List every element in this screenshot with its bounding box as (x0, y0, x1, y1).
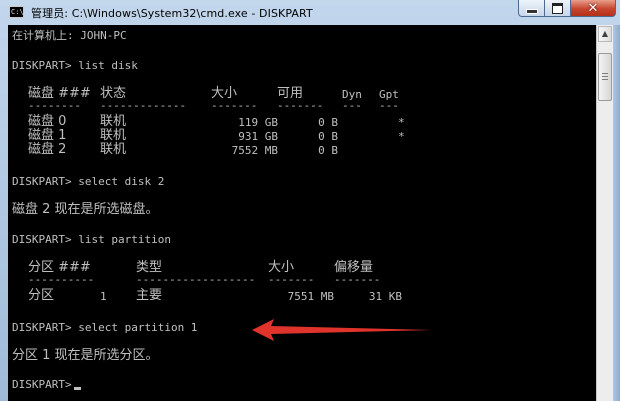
minimize-button[interactable] (518, 0, 545, 17)
window-frame-right (613, 25, 620, 401)
close-icon: ✕ (587, 0, 599, 16)
console-output[interactable]: 在计算机上: JOHN-PC DISKPART> list disk 磁盘 ##… (8, 25, 596, 401)
close-button[interactable]: ✕ (571, 0, 616, 17)
scrollbar-thumb[interactable] (598, 53, 612, 101)
grip-line (602, 73, 608, 74)
grip-line (602, 79, 608, 80)
cmd-app-icon[interactable]: C:\ (9, 6, 24, 18)
caption-buttons: ✕ (518, 0, 616, 18)
vertical-scrollbar[interactable]: ▲ (596, 25, 613, 401)
red-arrow-icon (252, 319, 432, 341)
maximize-button[interactable] (545, 0, 571, 17)
window-title: 管理员: C:\Windows\System32\cmd.exe - DISKP… (31, 7, 313, 20)
scroll-up-button[interactable]: ▲ (598, 26, 612, 42)
triangle-up-icon: ▲ (601, 29, 609, 38)
title-bar[interactable]: C:\ 管理员: C:\Windows\System32\cmd.exe - D… (0, 0, 620, 24)
cmd-window: C:\ 管理员: C:\Windows\System32\cmd.exe - D… (0, 0, 620, 401)
maximize-icon (552, 2, 563, 14)
grip-line (602, 76, 608, 77)
annotation-arrow (252, 319, 432, 341)
minimize-icon (525, 8, 538, 14)
